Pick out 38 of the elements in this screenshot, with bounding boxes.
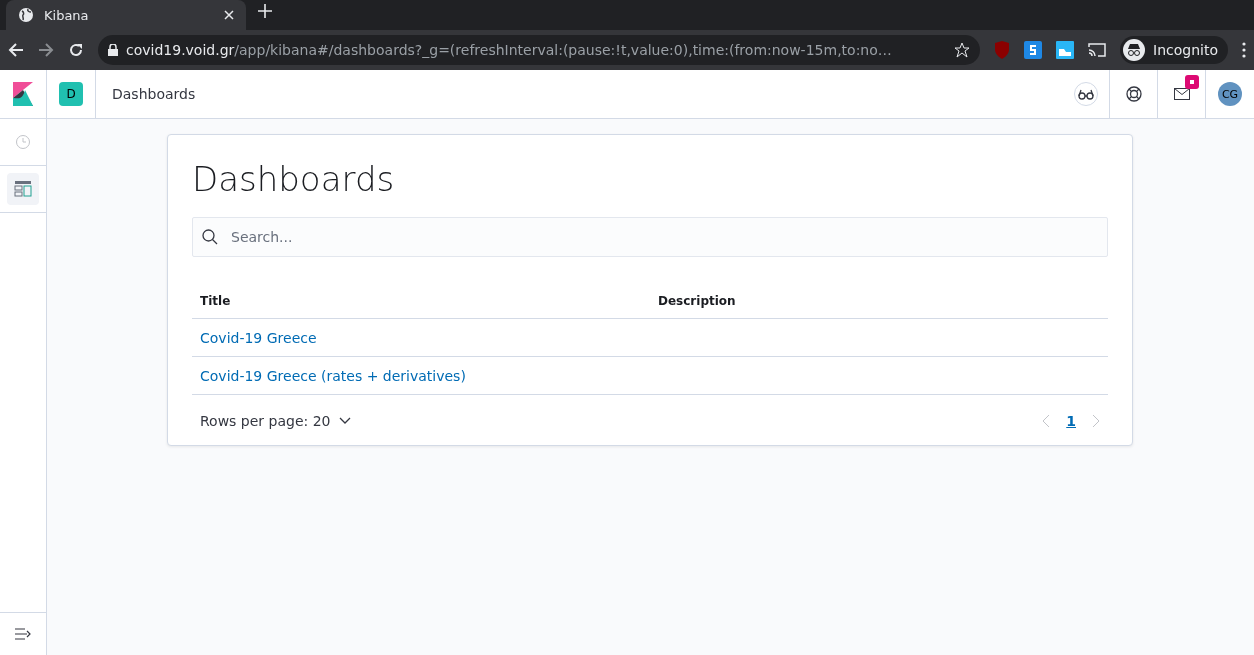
rows-per-page-button[interactable]: Rows per page: 20 [200,413,351,429]
dashboard-link[interactable]: Covid-19 Greece [200,329,317,346]
forward-arrow-icon[interactable] [38,42,54,58]
globe-icon [18,7,34,23]
cast-icon[interactable] [1088,43,1107,57]
page-title: Dashboards [192,159,396,199]
star-icon[interactable] [954,42,971,58]
clock-icon [15,134,31,150]
more-menu-icon[interactable] [1242,42,1246,58]
mail-icon[interactable] [1173,88,1190,100]
browser-tab[interactable]: Kibana [6,0,246,30]
tab-title: Kibana [44,7,90,23]
breadcrumb: Dashboards [111,86,197,102]
page-number[interactable]: 1 [1066,413,1076,429]
lock-icon [108,44,118,56]
search-field[interactable]: Search... [192,217,1108,257]
collapse-menu-icon[interactable] [15,628,31,640]
sidebar-item[interactable] [7,173,39,205]
incognito-icon [1123,39,1146,61]
close-icon[interactable] [224,10,234,20]
url-text: covid19.void.gr/app/kibana#/dashboards?_g=(refreshInterval:(pause:!t,value:0),time:(from:now-15m,to:no… [126,42,892,58]
help-lifebuoy-icon[interactable] [1125,86,1142,102]
logo-icon[interactable] [13,82,33,106]
glasses-icon[interactable] [1073,82,1098,106]
new-tab-icon[interactable] [258,4,272,18]
dashboard-icon [14,180,32,198]
s-extension-icon[interactable] [1024,41,1043,59]
chevron-down-icon [338,417,351,425]
user-avatar[interactable]: CG [1218,82,1242,106]
reload-icon[interactable] [68,42,84,58]
window-extension-icon[interactable] [1056,41,1075,59]
back-arrow-icon[interactable] [8,42,24,58]
address-bar[interactable]: covid19.void.gr/app/kibana#/dashboards?_g=(refreshInterval:(pause:!t,value:0),time:(from:now-15m,to:no… [98,35,981,65]
incognito-profile-button[interactable]: Incognito [1120,36,1228,64]
column-header[interactable]: Title [192,294,231,308]
dashboard-link[interactable]: Covid-19 Greece (rates + derivatives) [200,367,466,384]
column-header[interactable]: Description [650,294,736,308]
space-avatar[interactable]: D [59,82,83,106]
